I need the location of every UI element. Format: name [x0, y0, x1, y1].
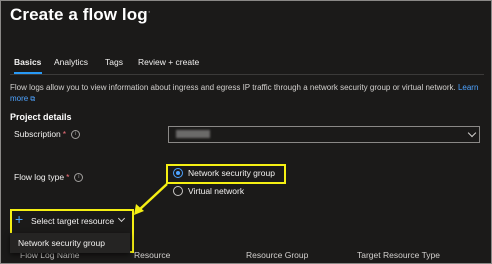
flow-log-type-label: Flow log type * i: [14, 172, 84, 183]
tabs-divider: [10, 74, 484, 75]
chevron-down-icon: [467, 128, 477, 138]
tab-review-create[interactable]: Review + create: [138, 57, 199, 67]
info-icon[interactable]: i: [71, 130, 81, 140]
radio-label: Virtual network: [188, 186, 245, 196]
tab-tags[interactable]: Tags: [105, 57, 123, 67]
flow-log-type-label-text: Flow log type: [14, 172, 65, 182]
intro-text: Flow logs allow you to view information …: [10, 82, 480, 105]
info-icon[interactable]: i: [74, 173, 84, 183]
subscription-label-text: Subscription: [14, 129, 61, 139]
radio-button-checked[interactable]: [173, 168, 183, 178]
section-title-project-details: Project details: [10, 112, 72, 122]
external-link-icon[interactable]: ⧉: [30, 96, 35, 103]
arrow-head: [134, 204, 144, 215]
radio-button[interactable]: [173, 186, 183, 196]
subscription-value: redacted: [176, 130, 210, 138]
target-resource-menu: Network security group: [10, 233, 130, 253]
column-header-resource: Resource: [134, 250, 171, 260]
menu-item-network-security-group[interactable]: Network security group: [18, 238, 105, 248]
radio-label: Network security group: [188, 168, 275, 178]
create-flow-log-panel: Create a flow log ··· Basics Analytics T…: [0, 0, 492, 264]
subscription-label: Subscription * i: [14, 129, 81, 140]
tab-basics[interactable]: Basics: [14, 57, 41, 67]
subscription-dropdown[interactable]: redacted: [168, 126, 480, 143]
required-asterisk: *: [62, 129, 67, 139]
column-header-target-resource-type: Target Resource Type: [357, 250, 440, 260]
ellipsis-icon[interactable]: ···: [138, 6, 152, 18]
required-asterisk: *: [66, 172, 70, 182]
intro-description: Flow logs allow you to view information …: [10, 83, 456, 92]
page-title: Create a flow log: [10, 5, 148, 24]
column-header-resource-group: Resource Group: [246, 250, 309, 260]
tab-analytics[interactable]: Analytics: [54, 57, 88, 67]
select-target-label: Select target resource: [31, 216, 115, 226]
plus-icon: +: [15, 211, 24, 227]
arrow-shaft: [138, 183, 168, 211]
